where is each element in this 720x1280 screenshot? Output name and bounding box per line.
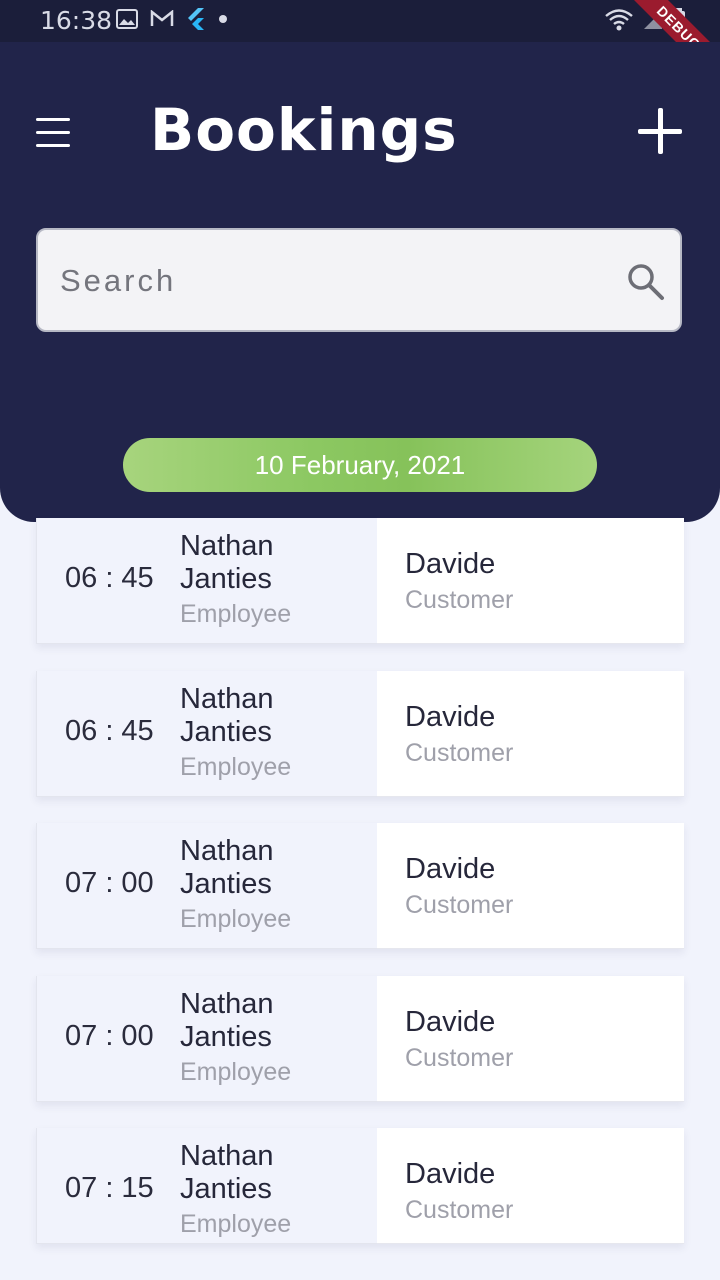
employee-role: Employee [180,1058,292,1086]
booking-employee-section: 07 : 15 Nathan Janties Employee [36,1128,377,1244]
employee-name: Nathan Janties [180,1140,274,1205]
booking-customer-section: Davide Customer [377,671,684,797]
image-icon [116,9,138,29]
employee-role: Employee [180,905,292,933]
booking-card[interactable]: 06 : 45 Nathan Janties Employee Davide C… [36,518,684,644]
customer-role: Customer [405,891,514,919]
booking-card[interactable]: 07 : 00 Nathan Janties Employee Davide C… [36,823,684,949]
booking-card[interactable]: 07 : 15 Nathan Janties Employee Davide C… [36,1128,684,1244]
booking-employee-section: 06 : 45 Nathan Janties Employee [36,518,377,644]
customer-role: Customer [405,1044,514,1072]
status-time: 16:38 [40,6,113,35]
booking-time: 07 : 00 [65,1020,154,1052]
employee-name: Nathan Janties [180,835,274,900]
booking-time: 06 : 45 [65,715,154,747]
menu-icon[interactable] [36,118,70,148]
booking-time: 06 : 45 [65,562,154,594]
customer-name: Davide [405,701,496,733]
search-input[interactable] [58,256,602,306]
employee-role: Employee [180,753,292,781]
employee-name: Nathan Janties [180,988,274,1053]
customer-role: Customer [405,739,514,767]
booking-customer-section: Davide Customer [377,976,684,1102]
date-selector[interactable]: 10 February, 2021 [123,438,597,492]
search-field[interactable] [36,228,682,332]
booking-customer-section: Davide Customer [377,1128,684,1244]
notification-icons [116,8,228,30]
employee-role: Employee [180,600,292,628]
booking-employee-section: 07 : 00 Nathan Janties Employee [36,976,377,1102]
status-bar: 16:38 [0,0,720,42]
customer-name: Davide [405,548,496,580]
booking-customer-section: Davide Customer [377,823,684,949]
booking-time: 07 : 15 [65,1172,154,1204]
gmail-icon [150,10,174,26]
employee-name: Nathan Janties [180,530,274,595]
customer-name: Davide [405,853,496,885]
employee-name: Nathan Janties [180,683,274,748]
dot-icon [219,15,227,23]
add-booking-button[interactable] [638,108,684,154]
booking-employee-section: 07 : 00 Nathan Janties Employee [36,823,377,949]
page-title: Bookings [150,96,458,164]
booking-customer-section: Davide Customer [377,518,684,644]
wifi-icon [605,9,633,31]
booking-card[interactable]: 06 : 45 Nathan Janties Employee Davide C… [36,671,684,797]
customer-name: Davide [405,1158,496,1190]
flutter-icon [188,8,204,30]
booking-card[interactable]: 07 : 00 Nathan Janties Employee Davide C… [36,976,684,1102]
booking-employee-section: 06 : 45 Nathan Janties Employee [36,671,377,797]
employee-role: Employee [180,1210,292,1238]
booking-time: 07 : 00 [65,867,154,899]
customer-role: Customer [405,1196,514,1224]
customer-role: Customer [405,586,514,614]
search-icon[interactable] [626,262,666,302]
customer-name: Davide [405,1006,496,1038]
